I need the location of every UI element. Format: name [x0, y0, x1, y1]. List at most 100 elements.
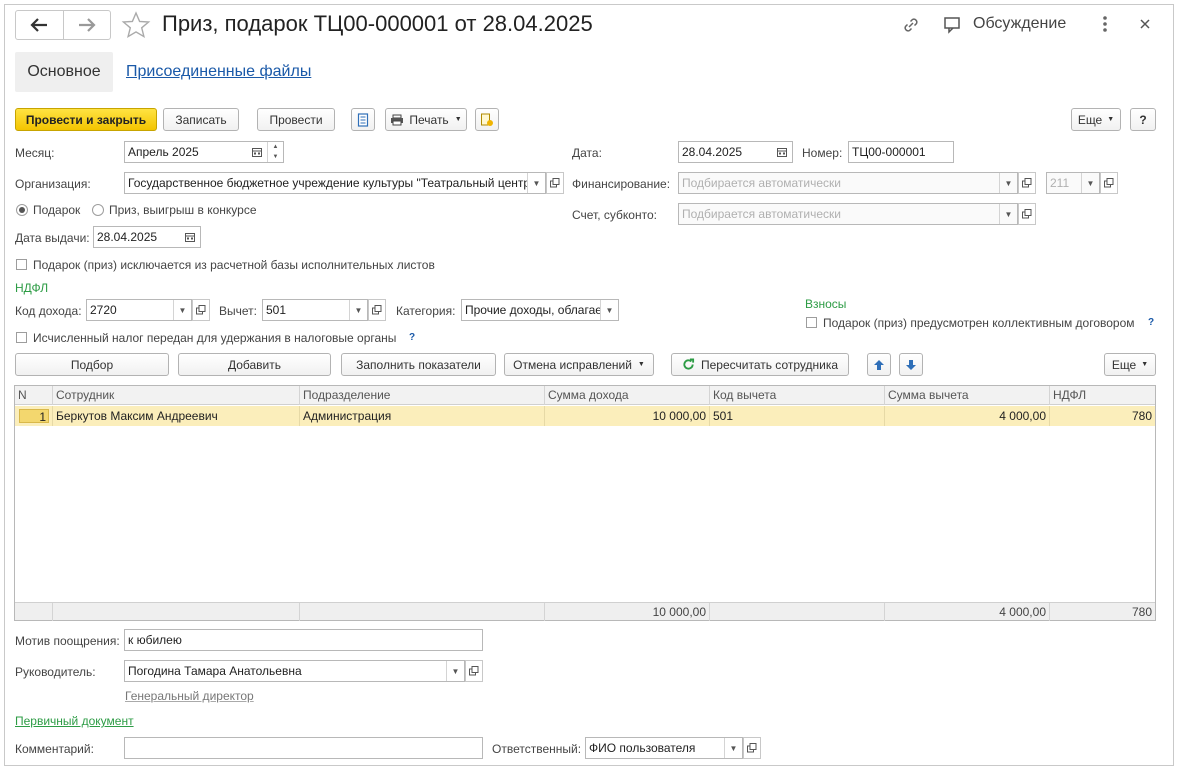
responsible-field[interactable]: ФИО пользователя ▼ [585, 737, 743, 759]
financing-field[interactable]: Подбирается автоматически ▼ [678, 172, 1018, 194]
cell-department[interactable]: Администрация [300, 406, 545, 426]
exclude-label[interactable]: Подарок (приз) исключается из расчетной … [33, 258, 435, 272]
forward-button[interactable] [62, 11, 111, 39]
chevron-down-icon[interactable]: ▼ [349, 300, 367, 320]
chevron-down-icon[interactable]: ▼ [527, 173, 545, 193]
month-value: Апрель 2025 [128, 145, 199, 159]
collective-agreement-checkbox[interactable] [806, 317, 817, 328]
post-and-close-button[interactable]: Провести и закрыть [15, 108, 157, 131]
cell-ndfl[interactable]: 780 [1050, 406, 1155, 426]
move-down-button[interactable] [899, 353, 923, 376]
more-button[interactable]: Еще ▼ [1071, 108, 1121, 131]
month-field[interactable]: Апрель 2025 ▲ ▼ [124, 141, 284, 163]
open-organization-button[interactable] [546, 172, 564, 194]
chevron-down-icon[interactable]: ▼ [446, 661, 464, 681]
number-field[interactable]: ТЦ00-000001 [848, 141, 954, 163]
open-income-code-button[interactable] [192, 299, 210, 321]
move-up-button[interactable] [867, 353, 891, 376]
add-button[interactable]: Добавить [178, 353, 331, 376]
calendar-icon[interactable] [772, 142, 792, 162]
open-financing-code-button[interactable] [1100, 172, 1118, 194]
link-icon[interactable] [901, 15, 921, 38]
calendar-icon[interactable] [247, 142, 267, 162]
financing-placeholder: Подбирается автоматически [682, 176, 841, 190]
organization-field[interactable]: Государственное бюджетное учреждение кул… [124, 172, 546, 194]
chevron-down-icon[interactable]: ▼ [1081, 173, 1099, 193]
calendar-icon[interactable] [180, 227, 200, 247]
chevron-down-icon[interactable]: ▼ [173, 300, 191, 320]
close-icon[interactable] [1139, 18, 1151, 33]
refresh-icon [683, 358, 695, 370]
collective-agreement-label[interactable]: Подарок (приз) предусмотрен коллективным… [823, 316, 1135, 330]
attach-report-button[interactable] [475, 108, 499, 131]
save-button[interactable]: Записать [163, 108, 239, 131]
chevron-down-icon: ▼ [1107, 116, 1115, 123]
cell-employee[interactable]: Беркутов Максим Андреевич [53, 406, 300, 426]
recalculate-employee-button[interactable]: Пересчитать сотрудника [671, 353, 849, 376]
table-more-button[interactable]: Еще ▼ [1104, 353, 1156, 376]
column-header-deduction-code[interactable]: Код вычета [710, 386, 885, 405]
primary-document-link[interactable]: Первичный документ [15, 714, 134, 728]
help-icon[interactable]: ? [409, 332, 415, 343]
radio-gift[interactable] [16, 204, 28, 216]
cell-deduction-sum[interactable]: 4 000,00 [885, 406, 1050, 426]
tab-attached-files[interactable]: Присоединенные файлы [126, 63, 311, 81]
help-icon[interactable]: ? [1148, 317, 1154, 328]
open-window-icon [1022, 178, 1032, 188]
print-button[interactable]: Печать ▼ [385, 108, 467, 131]
tab-main[interactable]: Основное [15, 52, 113, 92]
post-button[interactable]: Провести [257, 108, 335, 131]
open-account-button[interactable] [1018, 203, 1036, 225]
table-row[interactable]: 1 Беркутов Максим Андреевич Администраци… [15, 406, 1155, 426]
deduction-label: Вычет: [219, 304, 257, 318]
column-header-ndfl[interactable]: НДФЛ [1050, 386, 1155, 405]
chevron-down-icon[interactable]: ▼ [999, 204, 1017, 224]
exclude-checkbox[interactable] [16, 259, 27, 270]
journal-button[interactable] [351, 108, 375, 131]
open-head-button[interactable] [465, 660, 483, 682]
open-deduction-button[interactable] [368, 299, 386, 321]
responsible-label: Ответственный: [492, 742, 582, 756]
table-footer: 10 000,00 4 000,00 780 [15, 602, 1155, 621]
discussion-button[interactable]: Обсуждение [973, 15, 1066, 33]
motive-field[interactable]: к юбилею [124, 629, 483, 651]
deduction-field[interactable]: 501 ▼ [262, 299, 368, 321]
discussion-icon[interactable] [943, 15, 963, 38]
comment-field[interactable] [124, 737, 483, 759]
column-header-department[interactable]: Подразделение [300, 386, 545, 405]
account-field[interactable]: Подбирается автоматически ▼ [678, 203, 1018, 225]
income-code-field[interactable]: 2720 ▼ [86, 299, 192, 321]
issue-date-field[interactable]: 28.04.2025 [93, 226, 201, 248]
radio-prize[interactable] [92, 204, 104, 216]
more-menu-icon[interactable] [1101, 14, 1109, 37]
chevron-down-icon[interactable]: ▼ [600, 300, 618, 320]
cell-deduction-code[interactable]: 501 [710, 406, 885, 426]
footer-cell-empty [710, 603, 885, 621]
cancel-corrections-button[interactable]: Отмена исправлений ▼ [504, 353, 654, 376]
pick-button[interactable]: Подбор [15, 353, 169, 376]
date-field[interactable]: 28.04.2025 [678, 141, 793, 163]
back-button[interactable] [16, 11, 63, 39]
financing-code-field[interactable]: 211 ▼ [1046, 172, 1100, 194]
help-button[interactable]: ? [1130, 108, 1156, 131]
category-field[interactable]: Прочие доходы, облагаемые ▼ [461, 299, 619, 321]
head-field[interactable]: Погодина Тамара Анатольевна ▼ [124, 660, 465, 682]
column-header-income[interactable]: Сумма дохода [545, 386, 710, 405]
cell-n[interactable]: 1 [15, 406, 53, 426]
cell-income[interactable]: 10 000,00 [545, 406, 710, 426]
tax-sent-label[interactable]: Исчисленный налог передан для удержания … [33, 331, 396, 345]
tax-sent-checkbox[interactable] [16, 332, 27, 343]
open-financing-button[interactable] [1018, 172, 1036, 194]
radio-gift-label[interactable]: Подарок [33, 203, 80, 217]
favorite-star-icon[interactable] [121, 11, 151, 42]
radio-prize-label[interactable]: Приз, выигрыш в конкурсе [109, 203, 257, 217]
chevron-down-icon[interactable]: ▼ [724, 738, 742, 758]
chevron-down-icon[interactable]: ▼ [999, 173, 1017, 193]
open-responsible-button[interactable] [743, 737, 761, 759]
month-spinner[interactable]: ▲ ▼ [267, 142, 283, 162]
head-position-link[interactable]: Генеральный директор [125, 689, 254, 703]
column-header-deduction-sum[interactable]: Сумма вычета [885, 386, 1050, 405]
column-header-employee[interactable]: Сотрудник [53, 386, 300, 405]
fill-indicators-button[interactable]: Заполнить показатели [341, 353, 496, 376]
column-header-n[interactable]: N [15, 386, 53, 405]
